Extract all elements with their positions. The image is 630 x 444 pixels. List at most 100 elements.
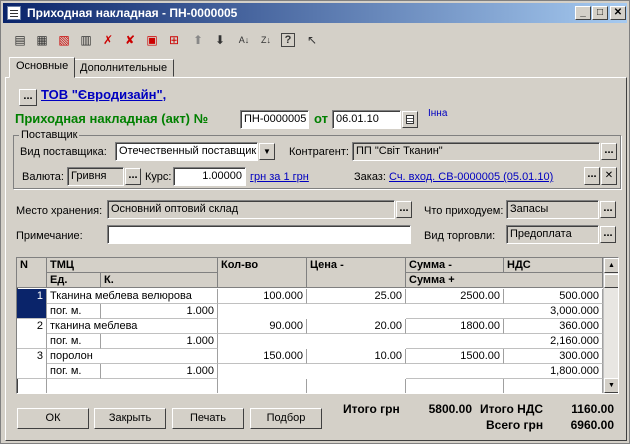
- cell-total[interactable]: 1,800.000: [406, 364, 603, 379]
- sort-desc-icon[interactable]: Z↓: [257, 31, 275, 49]
- close-form-button[interactable]: Закрыть: [94, 408, 166, 429]
- cell-empty[interactable]: [406, 379, 504, 393]
- cell-sum[interactable]: 1800.00: [406, 319, 504, 334]
- cell-total[interactable]: 2,160.000: [406, 334, 603, 349]
- tab-strip: Основные Дополнительные: [5, 57, 625, 78]
- help-icon[interactable]: ?: [281, 33, 295, 47]
- currency-select-button[interactable]: ...: [125, 168, 141, 185]
- cell-vat[interactable]: 300.000: [504, 349, 603, 364]
- cell-n[interactable]: 2: [17, 319, 47, 349]
- document-number-field[interactable]: ПН-0000005: [240, 110, 309, 129]
- new-row-icon[interactable]: ▤: [11, 31, 29, 49]
- incoming-label: Что приходуем:: [424, 205, 504, 217]
- supplier-type-select[interactable]: Отечественный поставщик: [115, 142, 258, 161]
- move-icon[interactable]: ⊞: [165, 31, 183, 49]
- col-sum-header[interactable]: Сумма -: [406, 258, 504, 273]
- contractor-field[interactable]: ПП "Світ Тканин": [352, 142, 600, 161]
- trade-field[interactable]: Предоплата: [506, 225, 599, 244]
- cell-unit[interactable]: пог. м.: [47, 334, 101, 349]
- cell-item[interactable]: поролон: [47, 349, 218, 364]
- order-label: Заказ:: [354, 171, 386, 183]
- company-link[interactable]: ТОВ "Євродизайн",: [41, 87, 166, 102]
- edit-row-icon[interactable]: ▥: [77, 31, 95, 49]
- ok-button[interactable]: ОК: [17, 408, 89, 429]
- storage-field[interactable]: Основний оптовий склад: [107, 200, 395, 219]
- col-vat-header[interactable]: НДС: [504, 258, 603, 273]
- items-table[interactable]: N ТМЦ Ед. К. Кол-во Цена - Сумма - НДС С…: [16, 257, 619, 394]
- cell-n[interactable]: 3: [17, 349, 47, 379]
- cell-k[interactable]: 1.000: [101, 364, 218, 379]
- cell-item[interactable]: тканина меблева: [47, 319, 218, 334]
- maximize-button[interactable]: □: [592, 6, 608, 20]
- select-button[interactable]: Подбор: [250, 408, 322, 429]
- document-date-field[interactable]: 06.01.10: [332, 110, 401, 129]
- scroll-thumb[interactable]: [604, 274, 618, 288]
- rate-field[interactable]: 1.00000: [173, 167, 246, 186]
- contractor-select-button[interactable]: ...: [601, 143, 617, 160]
- calendar-icon[interactable]: [402, 111, 418, 128]
- col-total-header[interactable]: Сумма +: [406, 273, 603, 288]
- cell-unit[interactable]: пог. м.: [47, 364, 101, 379]
- sort-asc-icon[interactable]: A↓: [235, 31, 253, 49]
- order-link[interactable]: Сч. вход. СВ-0000005 (05.01.10): [389, 171, 553, 183]
- cell-empty[interactable]: [17, 379, 47, 393]
- trade-label: Вид торговли:: [424, 230, 496, 242]
- cell-empty[interactable]: [307, 379, 406, 393]
- incoming-field[interactable]: Запасы: [506, 200, 599, 219]
- cell-sum[interactable]: 2500.00: [406, 289, 504, 304]
- cell-empty[interactable]: [504, 379, 603, 393]
- print-button[interactable]: Печать: [172, 408, 244, 429]
- move-up-icon[interactable]: ⬆: [189, 31, 207, 49]
- incoming-select-button[interactable]: ...: [600, 201, 616, 218]
- tab-additional[interactable]: Дополнительные: [73, 59, 175, 77]
- table-scrollbar[interactable]: ▲ ▼: [603, 258, 618, 393]
- cell-qty[interactable]: 150.000: [218, 349, 307, 364]
- currency-field[interactable]: Гривня: [67, 167, 124, 186]
- cell-total[interactable]: 3,000.000: [406, 304, 603, 319]
- form-icon[interactable]: ▣: [143, 31, 161, 49]
- col-k-header[interactable]: К.: [101, 273, 218, 288]
- order-select-button[interactable]: ...: [584, 167, 600, 185]
- rate-link[interactable]: грн за 1 грн: [250, 171, 309, 183]
- cell-qty[interactable]: 100.000: [218, 289, 307, 304]
- cell-price[interactable]: 10.00: [307, 349, 406, 364]
- mark-delete-icon[interactable]: ✗: [99, 31, 117, 49]
- scroll-up-icon[interactable]: ▲: [604, 258, 618, 273]
- order-clear-button[interactable]: ✕: [601, 167, 617, 185]
- move-down-icon[interactable]: ⬇: [211, 31, 229, 49]
- col-item-header[interactable]: ТМЦ: [47, 258, 218, 273]
- company-select-button[interactable]: ...: [19, 89, 37, 106]
- chevron-down-icon[interactable]: ▼: [259, 143, 275, 160]
- col-n-header[interactable]: N: [17, 258, 47, 288]
- cell-item[interactable]: Тканина меблева велюрова: [47, 289, 218, 304]
- col-qty-header[interactable]: Кол-во: [218, 258, 307, 288]
- col-price-header[interactable]: Цена -: [307, 258, 406, 288]
- tab-main[interactable]: Основные: [9, 57, 76, 78]
- context-help-icon[interactable]: ↖: [303, 31, 321, 49]
- col-unit-header[interactable]: Ед.: [47, 273, 101, 288]
- cell-sum[interactable]: 1500.00: [406, 349, 504, 364]
- storage-select-button[interactable]: ...: [396, 201, 412, 218]
- title-bar[interactable]: Приходная накладная - ПН-0000005 _ □ ✕: [3, 3, 627, 23]
- cell-price[interactable]: 25.00: [307, 289, 406, 304]
- cell-empty[interactable]: [47, 379, 218, 393]
- close-button[interactable]: ✕: [610, 6, 626, 20]
- cell-k[interactable]: 1.000: [101, 334, 218, 349]
- minimize-button[interactable]: _: [575, 6, 591, 20]
- cell-qty[interactable]: 90.000: [218, 319, 307, 334]
- cell-vat[interactable]: 500.000: [504, 289, 603, 304]
- delete-icon[interactable]: ✘: [121, 31, 139, 49]
- note-label: Примечание:: [16, 230, 83, 242]
- tab-panel-main: ... ТОВ "Євродизайн", Приходная накладна…: [5, 77, 627, 441]
- cell-unit[interactable]: пог. м.: [47, 304, 101, 319]
- cell-empty[interactable]: [218, 379, 307, 393]
- note-field[interactable]: [107, 225, 411, 244]
- scroll-down-icon[interactable]: ▼: [604, 378, 618, 393]
- trade-select-button[interactable]: ...: [600, 226, 616, 243]
- delete-row-icon[interactable]: ▧: [55, 31, 73, 49]
- cell-n[interactable]: 1: [17, 289, 47, 319]
- cell-k[interactable]: 1.000: [101, 304, 218, 319]
- cell-price[interactable]: 20.00: [307, 319, 406, 334]
- cell-vat[interactable]: 360.000: [504, 319, 603, 334]
- copy-row-icon[interactable]: ▦: [33, 31, 51, 49]
